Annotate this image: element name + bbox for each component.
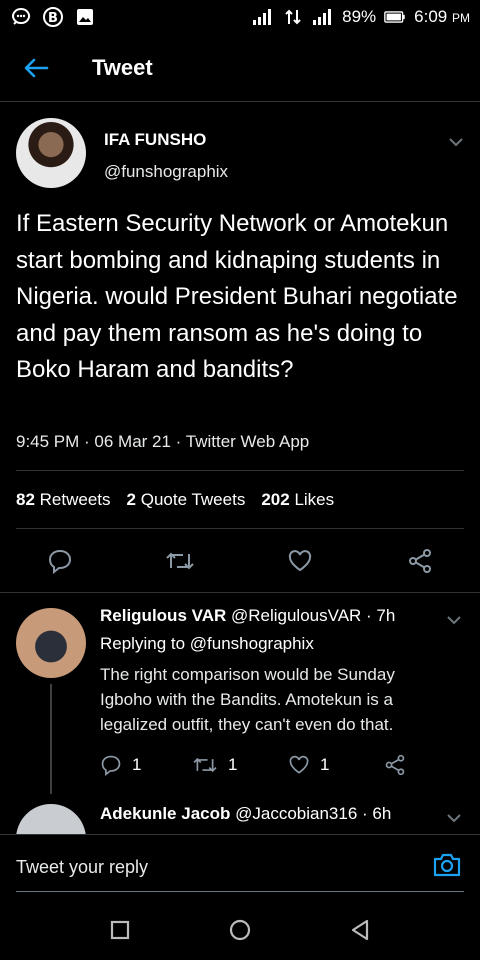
camera-icon[interactable]: [432, 851, 462, 881]
system-nav-bar: [0, 900, 480, 960]
tweet-stats: 82 Retweets 2 Quote Tweets 202 Likes: [16, 490, 334, 510]
like-action[interactable]: 1: [288, 754, 329, 776]
battery-icon: [384, 6, 406, 28]
quote-tweets-stat[interactable]: 2 Quote Tweets: [127, 490, 246, 510]
signal-icon: [312, 6, 334, 28]
clock: 6:09 PM: [414, 7, 470, 26]
reply-author-name[interactable]: Religulous VAR: [100, 606, 226, 625]
replying-to[interactable]: Replying to @funshographix: [100, 634, 314, 654]
reply-icon[interactable]: [45, 546, 75, 576]
top-app-bar: Tweet: [0, 34, 480, 102]
reply-composer: Tweet your reply: [0, 834, 480, 892]
reply-header: Religulous VAR @ReligulousVAR · 7h: [100, 606, 395, 626]
tweet-author: IFA FUNSHO @funshographix: [16, 118, 466, 190]
retweets-stat[interactable]: 82 Retweets: [16, 490, 111, 510]
author-handle[interactable]: @funshographix: [104, 162, 228, 182]
home-circle-icon[interactable]: [228, 918, 252, 942]
like-count: 1: [320, 755, 330, 774]
tweet-timestamp: 9:45 PM · 06 Mar 21 · Twitter Web App: [16, 432, 310, 451]
retweet-count: 1: [228, 755, 238, 774]
reply-actions: 1 1 1: [100, 754, 420, 778]
image-icon: [74, 6, 96, 28]
likes-stat[interactable]: 202 Likes: [261, 490, 334, 510]
back-arrow-icon[interactable]: [18, 50, 54, 86]
b-badge-icon: B: [42, 6, 64, 28]
avatar[interactable]: [16, 118, 86, 188]
like-icon: [289, 755, 309, 774]
author-name[interactable]: IFA FUNSHO: [104, 130, 206, 150]
retweet-icon[interactable]: [165, 546, 195, 576]
share-icon[interactable]: [384, 754, 406, 776]
reply-handle-time: @Jaccobian316 · 6h: [235, 804, 392, 823]
reply-input[interactable]: Tweet your reply: [16, 857, 148, 878]
divider: [16, 528, 464, 529]
back-triangle-icon[interactable]: [348, 918, 372, 942]
status-bar: B 89% 6:09 PM: [0, 0, 480, 34]
reply-tweet[interactable]: Religulous VAR @ReligulousVAR · 7h Reply…: [0, 592, 480, 794]
chevron-down-icon[interactable]: [444, 610, 464, 630]
chat-bubble-icon: [10, 6, 32, 28]
tweet-text: If Eastern Security Network or Amotekun …: [16, 210, 458, 383]
reply-handle-time: @ReligulousVAR · 7h: [230, 606, 396, 625]
recents-square-icon[interactable]: [108, 918, 132, 942]
reply-header: Adekunle Jacob @Jaccobian316 · 6h: [100, 804, 391, 824]
signal-icon: [252, 6, 274, 28]
input-underline: [16, 891, 464, 892]
reply-tweet[interactable]: Adekunle Jacob @Jaccobian316 · 6h: [0, 794, 480, 834]
reply-icon: [101, 755, 121, 776]
tweet-actions: [0, 546, 480, 580]
share-icon[interactable]: [405, 546, 435, 576]
svg-text:B: B: [48, 11, 58, 26]
reply-count: 1: [132, 755, 142, 774]
chevron-down-icon[interactable]: [446, 132, 466, 152]
reply-author-name[interactable]: Adekunle Jacob: [100, 804, 230, 823]
like-icon[interactable]: [285, 546, 315, 576]
page-title: Tweet: [92, 54, 153, 80]
reply-text: The right comparison would be Sunday Igb…: [100, 665, 395, 734]
reply-action[interactable]: 1: [100, 754, 141, 776]
data-arrows-icon: [282, 6, 304, 28]
retweet-icon: [193, 757, 217, 773]
battery-percent: 89%: [342, 7, 377, 26]
avatar[interactable]: [16, 804, 86, 834]
thread-line: [50, 684, 52, 794]
avatar[interactable]: [16, 608, 86, 678]
chevron-down-icon[interactable]: [444, 808, 464, 828]
divider: [16, 470, 464, 471]
retweet-action[interactable]: 1: [192, 754, 237, 776]
